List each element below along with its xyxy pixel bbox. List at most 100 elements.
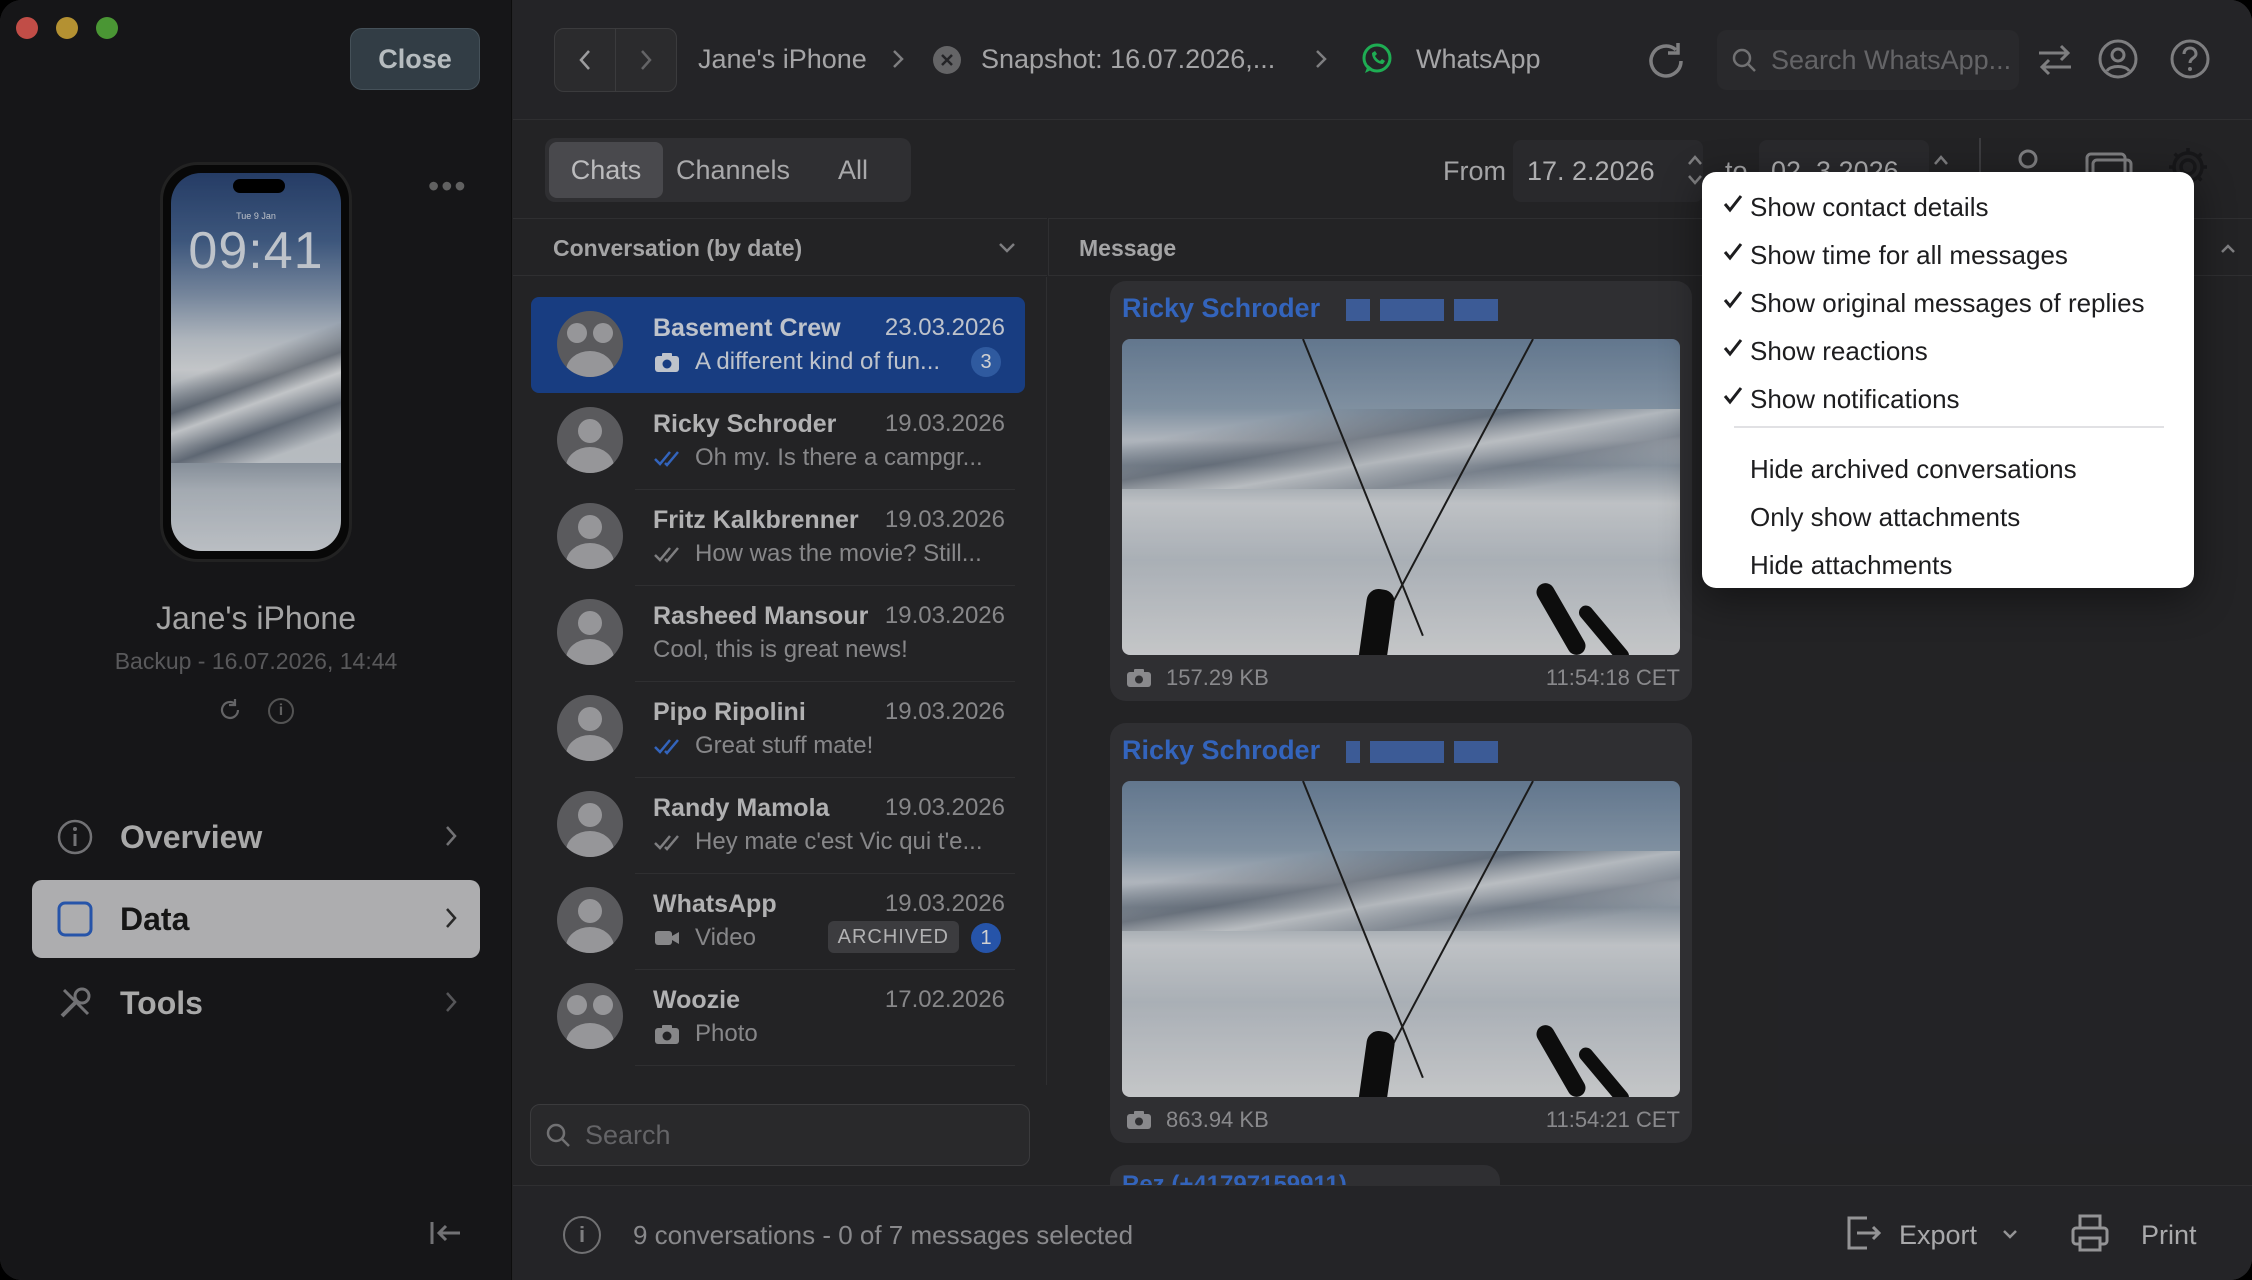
photo-attachment[interactable] <box>1122 781 1680 1097</box>
list-item[interactable]: Pipo Ripolini 19.03.2026 Great stuff mat… <box>531 681 1025 778</box>
forward-button[interactable] <box>615 28 677 92</box>
checkmark-icon <box>1723 387 1743 405</box>
menu-item-show-contact-details[interactable]: Show contact details <box>1702 186 2194 230</box>
conversation-name: Rasheed Mansour <box>653 602 869 630</box>
back-button[interactable] <box>554 28 616 92</box>
selection-status: 9 conversations - 0 of 7 messages select… <box>633 1220 1134 1250</box>
menu-item-show-time-for-all-messages[interactable]: Show time for all messages <box>1702 234 2194 278</box>
attachment-size: 157.29 KB <box>1126 665 1269 691</box>
conversation-preview: Cool, this is great news! <box>653 636 908 663</box>
chevron-right-icon <box>641 50 652 70</box>
whatsapp-icon <box>1362 43 1392 73</box>
sync-icon[interactable] <box>1643 38 1689 84</box>
breadcrumb-app[interactable]: WhatsApp <box>1416 44 1541 75</box>
message-bubble[interactable]: Rez (+41797159911) <box>1110 1165 1500 1185</box>
double-check-blue-icon <box>654 451 679 467</box>
message-sender[interactable]: Rez (+41797159911) <box>1122 1171 1347 1185</box>
menu-item-hide-archived[interactable]: Hide archived conversations <box>1702 448 2194 492</box>
menu-item-only-show-attachments[interactable]: Only show attachments <box>1702 496 2194 540</box>
menu-item-show-reactions[interactable]: Show reactions <box>1702 330 2194 374</box>
double-check-grey-icon <box>654 547 679 563</box>
message-time: 11:54:18 CET <box>1545 665 1680 690</box>
status-bar: i 9 conversations - 0 of 7 messages sele… <box>513 1185 2252 1280</box>
device-info-icon[interactable]: i <box>268 698 294 724</box>
window-zoom-dot[interactable] <box>96 17 118 39</box>
list-item[interactable]: WhatsApp 19.03.2026 Video ARCHIVED 1 <box>531 873 1025 970</box>
search-placeholder: Search WhatsApp... <box>1771 44 2012 75</box>
breadcrumb-snapshot[interactable]: Snapshot: 16.07.2026,... <box>981 44 1275 75</box>
window-minimize-dot[interactable] <box>56 17 78 39</box>
conversation-search-input[interactable]: Search <box>530 1104 1030 1166</box>
tab-all[interactable]: All <box>803 142 903 198</box>
contact-avatar <box>557 887 623 953</box>
camera-icon <box>655 353 679 372</box>
sidebar-item-data[interactable]: Data <box>32 880 480 958</box>
breadcrumb-chevron-icon <box>1316 50 1327 68</box>
search-placeholder: Search <box>585 1119 671 1150</box>
contact-avatar <box>557 599 623 665</box>
window-close-dot[interactable] <box>16 17 38 39</box>
contact-avatar <box>557 407 623 473</box>
message-sender[interactable]: Ricky Schroder <box>1122 293 1320 324</box>
menu-item-show-notifications[interactable]: Show notifications <box>1702 378 2194 422</box>
chevron-left-icon <box>579 50 590 70</box>
conversation-date: 19.03.2026 <box>884 698 1005 725</box>
pixelated-number <box>1454 299 1498 321</box>
pixelated-number <box>1380 299 1444 321</box>
list-item[interactable]: Woozie 17.02.2026 Photo <box>531 969 1025 1066</box>
export-button[interactable]: Export <box>1899 1220 1977 1251</box>
list-item[interactable]: Fritz Kalkbrenner 19.03.2026 How was the… <box>531 489 1025 586</box>
list-item[interactable]: Basement Crew 23.03.2026 A different kin… <box>531 297 1025 393</box>
conversation-list-header[interactable]: Conversation (by date) <box>513 218 1047 276</box>
chevron-up-icon[interactable] <box>2219 241 2237 255</box>
list-item[interactable]: Randy Mamola 19.03.2026 Hey mate c'est V… <box>531 777 1025 874</box>
search-icon <box>1732 48 1756 72</box>
export-icon[interactable] <box>1843 1212 1883 1254</box>
backup-info: Backup - 16.07.2026, 14:44 <box>114 648 398 674</box>
account-icon[interactable] <box>2097 38 2139 80</box>
conversation-date: 19.03.2026 <box>884 410 1005 437</box>
more-options-icon[interactable]: ••• <box>428 168 468 205</box>
conversation-date: 19.03.2026 <box>884 890 1005 917</box>
photo-attachment[interactable] <box>1122 339 1680 655</box>
tab-chats[interactable]: Chats <box>549 142 663 198</box>
list-item[interactable]: Rasheed Mansour 19.03.2026 Cool, this is… <box>531 585 1025 682</box>
conversation-name: Randy Mamola <box>653 794 830 822</box>
search-icon <box>546 1123 570 1147</box>
menu-item-hide-attachments[interactable]: Hide attachments <box>1702 544 2194 588</box>
printer-icon[interactable] <box>2069 1212 2111 1254</box>
sidebar-item-tools[interactable]: Tools <box>32 964 480 1042</box>
list-item[interactable]: Ricky Schroder 19.03.2026 Oh my. Is ther… <box>531 393 1025 490</box>
tab-channels[interactable]: Channels <box>663 142 803 198</box>
pixelated-number <box>1454 741 1498 763</box>
collapse-sidebar-icon[interactable] <box>428 1218 464 1248</box>
message-bubble[interactable]: Ricky Schroder 863.94 KB 11:54:21 CET <box>1110 723 1692 1143</box>
pixelated-number <box>1370 741 1444 763</box>
snapshot-status-icon <box>933 46 961 74</box>
chevron-down-icon[interactable] <box>2001 1228 2019 1240</box>
print-button[interactable]: Print <box>2141 1220 2197 1251</box>
sidebar-item-overview[interactable]: Overview <box>32 798 480 876</box>
info-icon[interactable]: i <box>563 1216 601 1254</box>
refresh-icon[interactable] <box>216 696 244 724</box>
conversation-name: Woozie <box>653 986 741 1014</box>
conversation-date: 23.03.2026 <box>884 314 1005 341</box>
help-icon[interactable] <box>2169 38 2211 80</box>
checkmark-icon <box>1723 291 1743 309</box>
message-bubble[interactable]: Ricky Schroder 157.29 KB 11:54:18 CET <box>1110 281 1692 701</box>
from-date-field[interactable]: 17. 2.2026 <box>1513 140 1703 202</box>
menu-separator <box>1734 426 2164 428</box>
breadcrumb-device[interactable]: Jane's iPhone <box>698 44 867 75</box>
search-whatsapp-input[interactable]: Search WhatsApp... <box>1717 30 2019 90</box>
conversation-date: 17.02.2026 <box>884 986 1005 1013</box>
swap-arrows-icon[interactable] <box>2035 42 2075 78</box>
chevron-right-icon <box>446 908 457 928</box>
message-sender[interactable]: Ricky Schroder <box>1122 735 1320 766</box>
chevron-right-icon <box>446 826 457 846</box>
close-button[interactable]: Close <box>350 28 480 90</box>
lockscreen-time: 09:41 <box>188 222 324 280</box>
toolbar: Jane's iPhone Snapshot: 16.07.2026,... W… <box>513 0 2252 120</box>
conversation-list: Basement Crew 23.03.2026 A different kin… <box>513 277 1047 1085</box>
menu-item-show-original-messages[interactable]: Show original messages of replies <box>1702 282 2194 326</box>
row-separator <box>635 1065 1015 1066</box>
